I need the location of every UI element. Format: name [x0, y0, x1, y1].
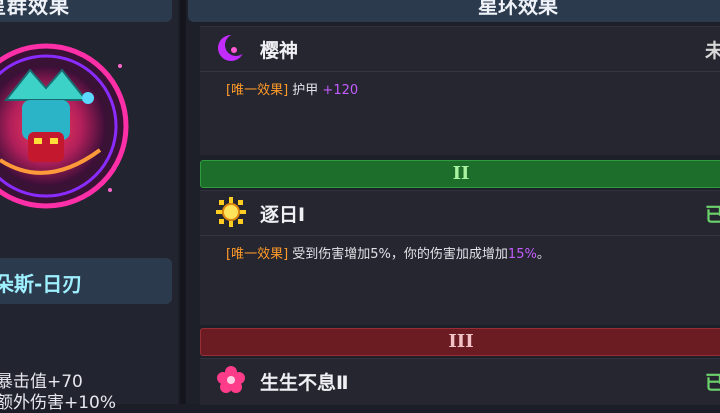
- effect-status: 已: [704, 204, 720, 226]
- hero-name-plate: 朵斯-日刃: [0, 258, 172, 304]
- effect-name: 樱神: [260, 40, 299, 62]
- left-panel: 星群效果 朵斯-日刃: [0, 0, 178, 413]
- effect-name: 生生不息Ⅱ: [260, 372, 349, 394]
- hero-emblem-art: [0, 43, 129, 209]
- unique-effect-tag: [唯一效果]: [226, 247, 289, 262]
- unique-effect-tag: [唯一效果]: [226, 83, 289, 98]
- effect-desc-tail: 。: [536, 247, 550, 262]
- crescent-moon-icon: [216, 33, 247, 63]
- effect-card-sakura[interactable]: 樱神 未 [唯一效果] 护甲 +120: [200, 26, 720, 155]
- right-panel-title: 星环效果: [478, 0, 558, 18]
- effect-desc-value: 15%: [507, 247, 537, 262]
- right-panel-header: 星环效果: [188, 0, 720, 22]
- effect-status: 未: [704, 40, 720, 62]
- left-panel-header: 星群效果: [0, 0, 172, 22]
- effect-name: 逐日Ⅰ: [260, 204, 306, 226]
- hero-name: 朵斯-日刃: [0, 272, 83, 296]
- effect-card-shengsheng[interactable]: 生生不息Ⅱ 已: [200, 358, 720, 405]
- right-panel: 星环效果 樱神 未 [唯一效果] 护甲 +120 II 逐日Ⅰ 已 [唯一效果]…: [186, 0, 720, 405]
- tier-label: II: [452, 163, 470, 184]
- left-panel-title: 星群效果: [0, 0, 70, 18]
- effect-separator: [200, 71, 720, 72]
- effect-description: [唯一效果] 护甲 +120: [226, 79, 358, 98]
- hero-emblem[interactable]: [0, 40, 132, 212]
- tier-bar-2: II: [200, 160, 720, 188]
- effect-description: [唯一效果] 受到伤害增加5%，你的伤害加成增加15%。: [226, 243, 550, 262]
- effect-title-row: 樱神 未: [200, 27, 720, 67]
- tier-bar-3: III: [200, 328, 720, 356]
- effect-status: 已: [704, 372, 720, 394]
- effect-title-row: 逐日Ⅰ 已: [200, 191, 720, 231]
- effect-separator: [200, 235, 720, 236]
- stat-extra-damage: 额外伤害+10%: [0, 393, 117, 413]
- effect-title-row: 生生不息Ⅱ 已: [200, 359, 720, 399]
- effect-desc-text: 护甲: [288, 83, 323, 98]
- effect-desc-text: 受到伤害增加5%，你的伤害加成增加: [288, 247, 508, 262]
- flower-icon: [216, 365, 246, 395]
- tier-label: III: [448, 331, 474, 352]
- effect-card-zhuri[interactable]: 逐日Ⅰ 已 [唯一效果] 受到伤害增加5%，你的伤害加成增加15%。: [200, 190, 720, 325]
- effect-desc-value: +120: [322, 83, 359, 98]
- sun-icon: [216, 197, 246, 227]
